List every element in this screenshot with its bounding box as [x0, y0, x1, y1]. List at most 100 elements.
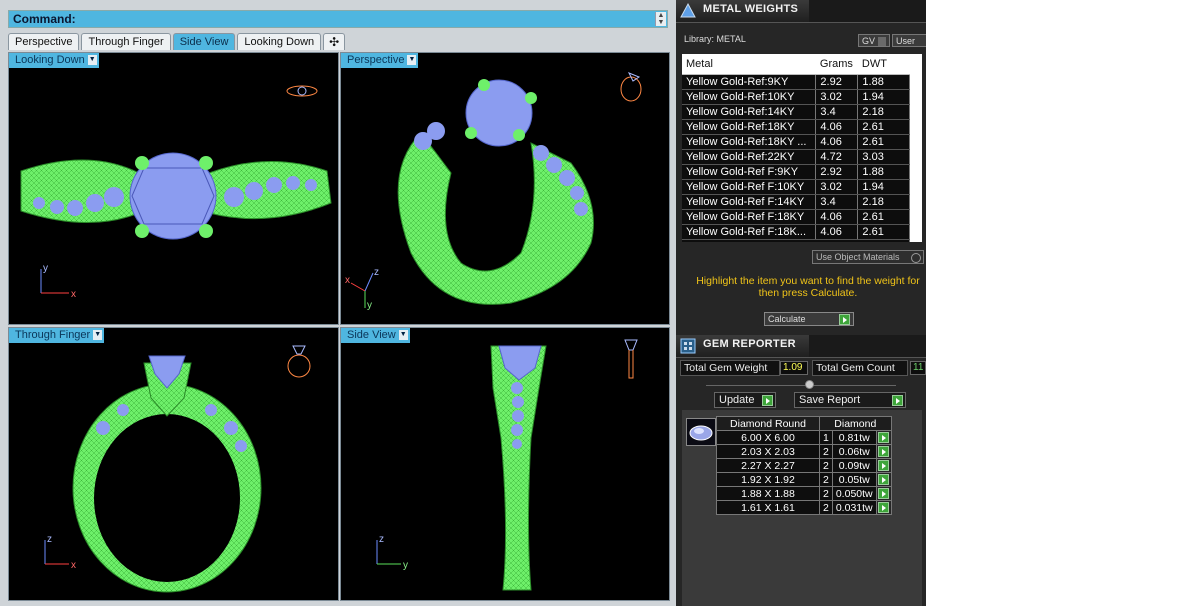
gem-reporter-icon — [680, 338, 696, 354]
gem-row-action[interactable] — [875, 500, 892, 515]
gem-row-action[interactable] — [875, 472, 892, 487]
metal-name-cell: Yellow Gold-Ref F:10KY — [682, 179, 817, 195]
save-report-button[interactable]: Save Report — [794, 392, 906, 408]
gem-weight-cell: 0.05tw — [831, 472, 877, 487]
gem-row-action[interactable] — [875, 486, 892, 501]
gem-row[interactable]: 6.00 X 6.00 1 0.81tw — [716, 430, 892, 445]
metal-row[interactable]: Yellow Gold-Ref:10KY 3.02 1.94 — [682, 89, 922, 105]
grams-cell: 2.92 — [815, 164, 859, 180]
svg-text:y: y — [403, 560, 408, 571]
command-scroll[interactable]: ▲ ▼ — [655, 12, 666, 26]
metal-weights-header[interactable]: METAL WEIGHTS — [676, 0, 926, 23]
cad-workspace: Command: ▲ ▼ Perspective Through Finger S… — [0, 0, 676, 606]
calculate-button[interactable]: Calculate — [764, 312, 854, 326]
play-icon[interactable] — [877, 446, 889, 457]
metal-name-cell: Yellow Gold-Ref F:9KY — [682, 164, 817, 180]
gem-size-cell: 2.03 X 2.03 — [716, 444, 820, 459]
metal-weights-table[interactable]: Metal Grams DWT Yellow Gold-Ref:9KY 2.92 1… — [682, 54, 922, 242]
svg-text:x: x — [71, 289, 76, 300]
tab-side-view[interactable]: Side View — [172, 33, 236, 50]
gv-button[interactable]: GV — [858, 34, 891, 47]
preview-ring-icon — [620, 72, 642, 102]
dwt-cell: 2.61 — [857, 209, 911, 225]
grams-cell: 3.4 — [815, 104, 859, 120]
metal-row[interactable]: Yellow Gold-Ref F:9KY 2.92 1.88 — [682, 164, 922, 180]
viewport-label-perspective[interactable]: Perspective ▼ — [341, 53, 419, 68]
gem-qty-cell: 1 — [819, 430, 833, 445]
gem-row[interactable]: 1.88 X 1.88 2 0.050tw — [716, 486, 892, 501]
metal-row[interactable]: Yellow Gold-Ref:14KY 3.4 2.18 — [682, 104, 922, 120]
metal-name-cell: Yellow Gold-Ref:18KY — [682, 119, 817, 135]
add-tab-icon[interactable]: ✣ — [323, 33, 346, 50]
metal-name-cell: Yellow Gold-Ref:9KY — [682, 74, 817, 90]
dwt-cell: 2.18 — [857, 104, 911, 120]
splitter-handle[interactable] — [805, 380, 814, 389]
viewport-label-through-finger[interactable]: Through Finger ▼ — [9, 328, 105, 343]
gem-size-cell: 1.92 X 1.92 — [716, 472, 820, 487]
preview-ring-icon — [287, 345, 311, 378]
play-icon[interactable] — [877, 474, 889, 485]
play-icon[interactable] — [877, 432, 889, 443]
viewport-through-finger[interactable]: z x Through Finger ▼ — [8, 327, 339, 601]
metal-row[interactable]: Yellow Gold-Ref:18KY 4.06 2.61 — [682, 119, 922, 135]
viewport-label-side-view[interactable]: Side View ▼ — [341, 328, 410, 343]
gem-row[interactable]: 1.61 X 1.61 2 0.031tw — [716, 500, 892, 515]
gem-row-action[interactable] — [875, 430, 892, 445]
gem-size-cell: 6.00 X 6.00 — [716, 430, 820, 445]
gem-reporter-header[interactable]: GEM REPORTER — [676, 335, 926, 358]
gem-weight-cell: 0.031tw — [831, 500, 877, 515]
metal-row[interactable]: Yellow Gold-Ref:22KY 4.72 3.03 — [682, 149, 922, 165]
ring-side-view: z y — [376, 339, 638, 591]
viewport-label-looking-down[interactable]: Looking Down ▼ — [9, 53, 99, 68]
gem-row-action[interactable] — [875, 458, 892, 473]
axis-indicator: y x — [40, 263, 76, 300]
gem-table[interactable]: Diamond Round Diamond 6.00 X 6.00 1 0.81tw… — [716, 416, 892, 515]
gem-row[interactable]: 2.03 X 2.03 2 0.06tw — [716, 444, 892, 459]
library-label: Library: METAL — [684, 34, 746, 44]
metal-weights-icon — [680, 2, 696, 18]
grams-cell: 4.06 — [815, 134, 859, 150]
play-icon[interactable] — [877, 488, 889, 499]
play-icon[interactable] — [877, 502, 889, 513]
viewport-perspective[interactable]: z x y Perspective ▼ — [340, 52, 670, 325]
metal-name-cell: Yellow Gold-Ref:14KY — [682, 104, 817, 120]
metal-name-cell: Yellow Gold-Ref F:14KY — [682, 194, 817, 210]
gem-row[interactable]: 1.92 X 1.92 2 0.05tw — [716, 472, 892, 487]
ring-front-view: z x — [44, 345, 311, 593]
metal-row[interactable]: Yellow Gold-Ref:18KY ... 4.06 2.61 — [682, 134, 922, 150]
grams-cell: 3.02 — [815, 179, 859, 195]
gem-list-area: Diamond Round Diamond 6.00 X 6.00 1 0.81tw… — [682, 410, 922, 606]
metal-row[interactable]: Yellow Gold-Ref:9KY 2.92 1.88 — [682, 74, 922, 90]
column-grams[interactable]: Grams — [815, 54, 858, 75]
tab-looking-down[interactable]: Looking Down — [237, 33, 322, 50]
metal-name-cell: Yellow Gold-Ref:18KY ... — [682, 134, 817, 150]
use-object-materials-toggle[interactable]: Use Object Materials — [812, 250, 924, 264]
grams-cell: 4.72 — [815, 149, 859, 165]
metal-row[interactable]: Yellow Gold-Ref F:14KY 3.4 2.18 — [682, 194, 922, 210]
column-dwt[interactable]: DWT — [857, 54, 910, 75]
gem-row-action[interactable] — [875, 444, 892, 459]
column-metal[interactable]: Metal — [682, 54, 816, 75]
ring-perspective-view: z x y — [345, 72, 642, 311]
gem-row[interactable]: 2.27 X 2.27 2 0.09tw — [716, 458, 892, 473]
metal-row[interactable]: Yellow Gold-Ref F:10KY 3.02 1.94 — [682, 179, 922, 195]
dwt-cell: 1.88 — [857, 74, 911, 90]
command-bar[interactable]: Command: ▲ ▼ — [8, 10, 668, 28]
viewport-looking-down[interactable]: y x Looking Down ▼ — [8, 52, 339, 325]
axis-indicator: z x y — [345, 267, 379, 311]
dwt-cell: 1.94 — [857, 89, 911, 105]
axis-indicator: z y — [376, 534, 408, 571]
metal-row[interactable]: Yellow Gold-Ref F:18K... 4.06 2.61 — [682, 224, 922, 240]
grams-cell: 4.06 — [815, 119, 859, 135]
play-icon[interactable] — [877, 460, 889, 471]
update-button[interactable]: Update — [714, 392, 776, 408]
dwt-cell: 2.61 — [857, 119, 911, 135]
metal-row[interactable]: Yellow Gold-Ref F:18KY 4.06 2.61 — [682, 209, 922, 225]
ring-top-view: y x — [20, 85, 332, 300]
calculate-hint: Highlight the item you want to find the … — [696, 275, 920, 299]
viewport-side-view[interactable]: z y Side View ▼ — [340, 327, 670, 601]
tab-perspective[interactable]: Perspective — [8, 33, 80, 50]
user-button[interactable]: User — [892, 34, 926, 47]
tab-through-finger[interactable]: Through Finger — [81, 33, 171, 50]
grams-cell: 4.06 — [815, 224, 859, 240]
